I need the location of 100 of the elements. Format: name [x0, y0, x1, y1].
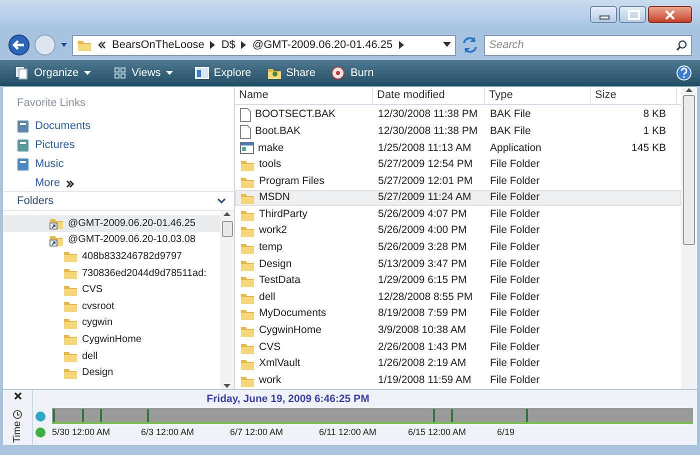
scrollbar[interactable] [220, 211, 234, 389]
document-icon [240, 108, 251, 122]
tree-item[interactable]: dell [3, 348, 220, 364]
favorite-link[interactable]: Documents [17, 118, 234, 134]
file-row[interactable]: work 1/19/2008 11:59 AM File Folder [235, 372, 681, 389]
grid-icon [112, 66, 127, 80]
history-dropdown-icon[interactable] [60, 41, 68, 49]
file-name: Boot.BAK [255, 124, 301, 139]
breadcrumb[interactable]: D$ [221, 36, 236, 54]
file-row[interactable]: dell 12/28/2008 8:55 PM File Folder [235, 289, 681, 306]
file-row[interactable]: TestData 1/29/2009 6:15 PM File Folder [235, 272, 681, 290]
file-name: temp [259, 240, 282, 256]
type-cell-text: File Folder [489, 206, 541, 222]
folder-icon [63, 249, 78, 264]
close-icon[interactable] [14, 392, 22, 400]
file-row[interactable]: work2 5/26/2009 4:00 PM File Folder [235, 223, 681, 240]
toolbar-button[interactable]: Share [264, 62, 318, 84]
toolbar-button[interactable]: Burn [328, 62, 377, 84]
date-tick-label: 6/15 12:00 AM [408, 426, 468, 439]
tree-item[interactable]: 730836ed2044d9d78511ad: [3, 264, 220, 282]
type-cell-text: BAK File [489, 124, 532, 139]
folder-icon [77, 38, 92, 52]
scroll-thumb[interactable] [222, 221, 232, 237]
file-row[interactable]: make 1/25/2008 11:13 AM Application 145 KB [235, 140, 681, 157]
file-row[interactable]: Design 5/13/2009 3:47 PM File Folder [235, 256, 681, 273]
current-time: Friday, June 19, 2009 6:46:25 PM [206, 392, 370, 407]
tree-item[interactable]: cygwin [3, 314, 220, 332]
scroll-up-icon[interactable] [223, 211, 231, 217]
file-row[interactable]: tools 5/27/2009 12:54 PM File Folder [235, 156, 681, 174]
toolbar-button[interactable]: Explore [192, 62, 254, 84]
tree-item[interactable]: CygwinHome [3, 331, 220, 348]
breadcrumb[interactable]: BearsOnTheLoose [112, 36, 204, 54]
breadcrumb[interactable]: @GMT-2009.06.20-01.46.25 [252, 36, 393, 54]
help-icon[interactable] [676, 65, 692, 81]
tree-item[interactable]: CVS [3, 281, 220, 298]
document-icon [240, 124, 251, 139]
search-field[interactable]: Search [484, 34, 692, 56]
file-name: MSDN [259, 190, 290, 206]
file-row[interactable]: BOOTSECT.BAK 12/30/2008 11:38 PM BAK File 8 KB [235, 106, 681, 124]
double-chevron-right-icon [66, 180, 74, 188]
scroll-thumb[interactable] [683, 95, 695, 245]
type-cell-text: Application [489, 140, 542, 156]
file-name: CygwinHome [259, 323, 322, 338]
file-row[interactable]: Boot.BAK 12/30/2008 11:38 PM BAK File 1 KB [235, 124, 681, 140]
file-row[interactable]: XmlVault 1/26/2008 2:19 AM File Folder [235, 356, 681, 372]
favorite-link[interactable]: More [17, 176, 234, 192]
file-row[interactable]: CygwinHome 3/9/2008 10:38 AM File Folder [235, 322, 681, 340]
tree-item[interactable]: Design [3, 364, 220, 381]
tree-item[interactable]: @GMT-2009.06.20-01.46.25 [3, 215, 220, 232]
tree-item[interactable]: cvsroot [3, 298, 220, 315]
favorite-link[interactable]: Music [17, 156, 234, 172]
chevron-right-icon[interactable] [398, 41, 404, 49]
tree-item[interactable]: 408b833246782d9797 [3, 248, 220, 265]
tree-item[interactable]: @GMT-2009.06.20-10.03.08 [3, 232, 220, 248]
file-row[interactable]: Program Files 5/27/2009 12:01 PM File Folder [235, 173, 681, 190]
double-chevron-left-icon[interactable] [98, 41, 106, 49]
type-cell-text: File Folder [489, 157, 541, 172]
timeline-label: Time [12, 421, 22, 443]
timeline-track[interactable] [52, 408, 693, 424]
snapshot-marker[interactable] [526, 409, 528, 422]
file-row[interactable]: MSDN 5/27/2009 11:24 AM File Folder [235, 190, 681, 206]
chevron-right-icon[interactable] [241, 41, 246, 49]
date-cell-text: 5/27/2009 11:24 AM [377, 190, 472, 206]
snapshot-marker[interactable] [100, 409, 102, 422]
people-folder-icon [267, 66, 282, 80]
file-row[interactable]: ThirdParty 5/26/2009 4:07 PM File Folder [235, 206, 681, 224]
folders-header[interactable]: Folders [3, 191, 234, 211]
zoom-in-icon[interactable] [35, 410, 46, 422]
type-cell-text: File Folder [489, 340, 541, 355]
folder-icon [240, 357, 255, 372]
toolbar-button[interactable]: Views [110, 62, 176, 84]
snapshot-marker[interactable] [53, 409, 55, 422]
date-cell-text: 1/29/2009 6:15 PM [377, 273, 468, 288]
folder-icon [63, 349, 78, 364]
snapshot-marker[interactable] [82, 409, 84, 422]
scrollbar[interactable] [681, 87, 697, 389]
size-cell: 1 KB [643, 124, 666, 137]
close-button[interactable] [648, 6, 692, 23]
snapshot-marker[interactable] [433, 409, 435, 422]
column-header[interactable]: Type [485, 87, 591, 104]
favorite-link[interactable]: Pictures [17, 138, 234, 154]
size-cell: 145 KB [632, 142, 666, 154]
column-header[interactable]: Date modified [373, 87, 485, 104]
address-bar[interactable]: BearsOnTheLoose D$ @GMT-2009.06.20-01.46.25 [72, 34, 456, 56]
file-row[interactable]: MyDocuments 8/19/2008 7:59 PM File Folder [235, 306, 681, 323]
column-header[interactable]: Name [235, 87, 373, 104]
window-icon [194, 67, 209, 79]
dropdown-caret-icon[interactable] [443, 42, 451, 48]
zoom-out-icon[interactable] [35, 427, 46, 438]
back-button[interactable] [8, 34, 30, 56]
toolbar-button[interactable]: Organize [12, 62, 94, 84]
column-header[interactable]: Size [591, 87, 677, 104]
chevron-right-icon[interactable] [210, 41, 216, 49]
type-cell-text: File Folder [489, 273, 541, 288]
snapshot-marker[interactable] [147, 409, 149, 422]
section-heading: Folders [17, 194, 54, 209]
snapshot-marker[interactable] [451, 409, 453, 422]
refresh-button[interactable] [460, 35, 480, 55]
file-row[interactable]: temp 5/26/2009 3:28 PM File Folder [235, 240, 681, 256]
file-row[interactable]: CVS 2/26/2008 1:43 PM File Folder [235, 339, 681, 356]
